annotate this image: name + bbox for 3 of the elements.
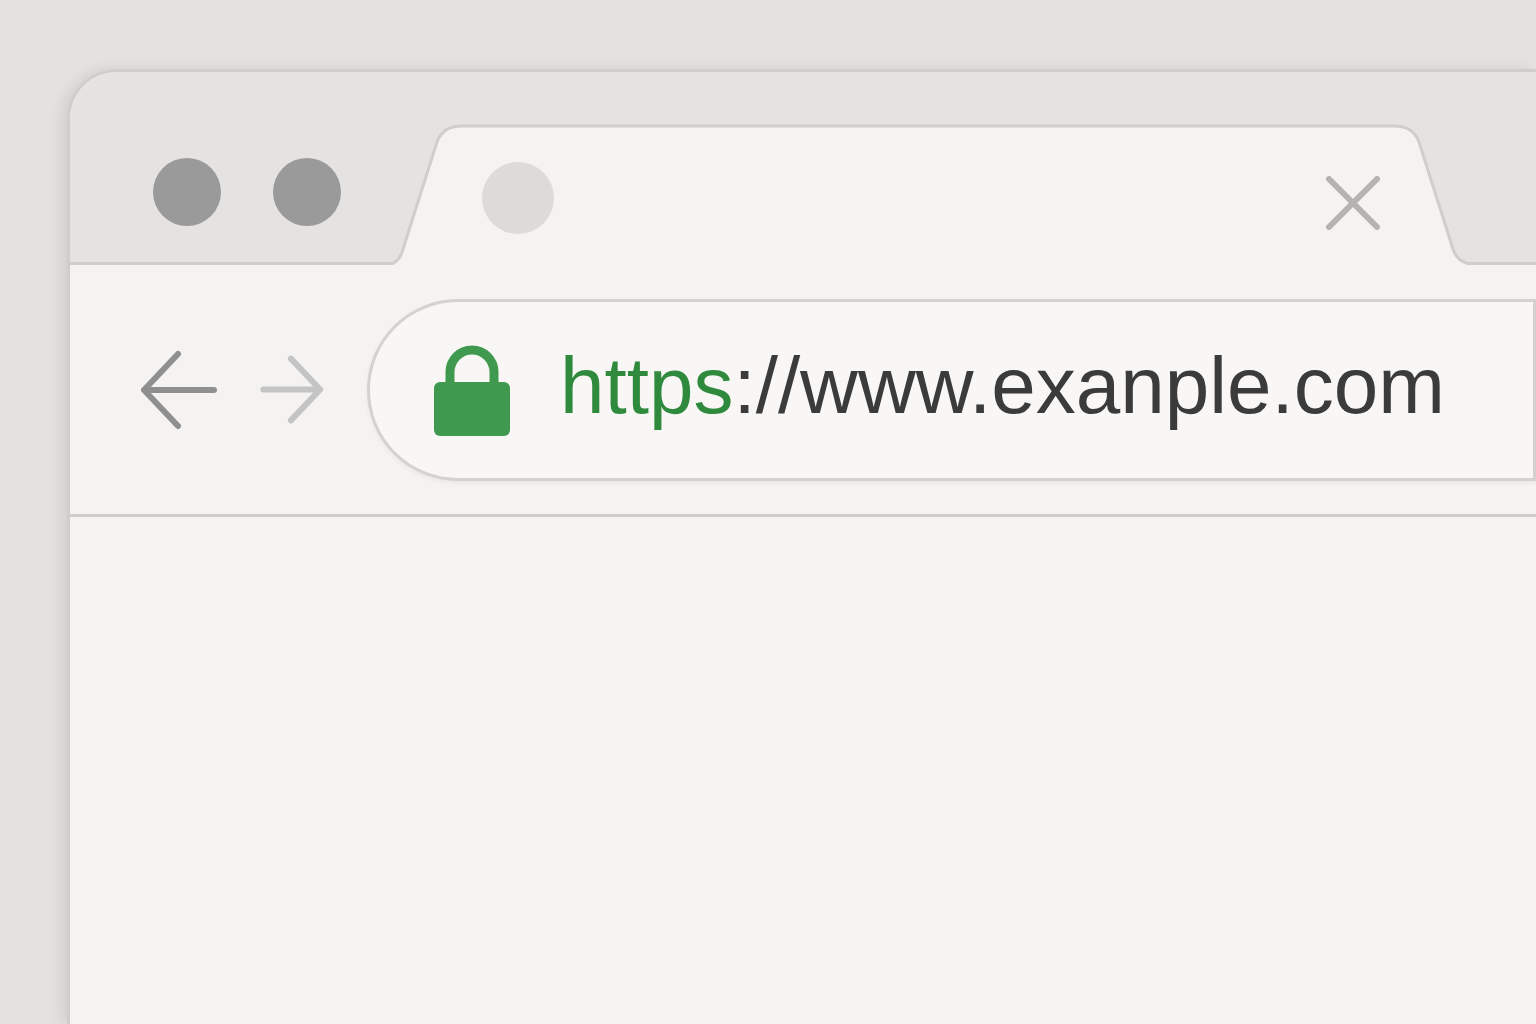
- address-bar[interactable]: https://www.exanple.com: [367, 298, 1536, 481]
- close-icon[interactable]: [1326, 176, 1380, 230]
- back-arrow-icon[interactable]: [140, 349, 218, 430]
